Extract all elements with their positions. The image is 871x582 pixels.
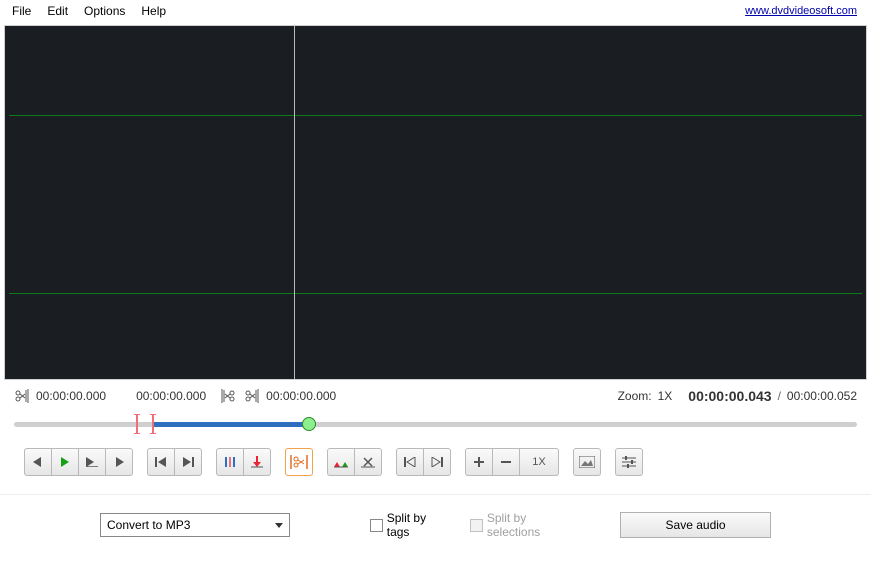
go-end-button[interactable] bbox=[423, 448, 451, 476]
scissors-open-icon bbox=[14, 389, 30, 404]
waveform-view[interactable] bbox=[4, 25, 867, 380]
download-selection-button[interactable] bbox=[243, 448, 271, 476]
marker-start[interactable] bbox=[136, 414, 138, 434]
seek-track-bg bbox=[14, 422, 857, 427]
header-link[interactable]: www.dvdvideosoft.com bbox=[745, 5, 867, 17]
selection-mid-time: 00:00:00.000 bbox=[130, 389, 212, 403]
selection-start-time: 00:00:00.000 bbox=[30, 389, 112, 403]
image-button[interactable] bbox=[573, 448, 601, 476]
step-forward-button[interactable] bbox=[105, 448, 133, 476]
time-separator: / bbox=[772, 389, 787, 403]
trim-delete-button[interactable] bbox=[354, 448, 382, 476]
format-dropdown-label: Convert to MP3 bbox=[107, 518, 190, 532]
save-audio-button[interactable]: Save audio bbox=[620, 512, 771, 538]
new-selection-button[interactable] bbox=[216, 448, 244, 476]
play-end-button[interactable] bbox=[78, 448, 106, 476]
menu-options[interactable]: Options bbox=[76, 2, 133, 20]
checkbox-box-disabled-icon bbox=[470, 519, 483, 532]
current-time: 00:00:00.043 bbox=[688, 388, 771, 404]
menu-edit[interactable]: Edit bbox=[39, 2, 76, 20]
dropdown-caret-icon bbox=[275, 518, 283, 532]
seek-track[interactable] bbox=[14, 414, 857, 434]
settings-button[interactable] bbox=[615, 448, 643, 476]
split-by-tags-checkbox[interactable]: Split by tags bbox=[370, 511, 450, 539]
seek-track-fill bbox=[154, 422, 309, 427]
menu-help[interactable]: Help bbox=[133, 2, 174, 20]
format-dropdown[interactable]: Convert to MP3 bbox=[100, 513, 290, 537]
waveform-channel-bottom bbox=[9, 293, 862, 294]
step-back-button[interactable] bbox=[24, 448, 52, 476]
playhead-line bbox=[294, 26, 295, 379]
zoom-label: Zoom: bbox=[618, 389, 652, 403]
zoom-out-button[interactable] bbox=[492, 448, 520, 476]
split-by-tags-label: Split by tags bbox=[387, 511, 450, 539]
trim-left-button[interactable] bbox=[327, 448, 355, 476]
zoom-value: 1X bbox=[652, 389, 679, 403]
split-by-selections-label: Split by selections bbox=[487, 511, 580, 539]
go-start-button[interactable] bbox=[396, 448, 424, 476]
scissors-open2-icon bbox=[244, 389, 260, 404]
zoom-level-button[interactable]: 1X bbox=[519, 448, 559, 476]
prev-cue-button[interactable] bbox=[147, 448, 175, 476]
next-cue-button[interactable] bbox=[174, 448, 202, 476]
scissors-close-icon bbox=[220, 389, 236, 404]
set-selection-button[interactable] bbox=[285, 448, 313, 476]
seek-thumb[interactable] bbox=[302, 417, 316, 431]
split-by-selections-checkbox: Split by selections bbox=[470, 511, 580, 539]
checkbox-box-icon bbox=[370, 519, 383, 532]
play-button[interactable] bbox=[51, 448, 79, 476]
menu-file[interactable]: File bbox=[4, 2, 39, 20]
waveform-channel-top bbox=[9, 115, 862, 116]
selection-end-time: 00:00:00.000 bbox=[260, 389, 342, 403]
zoom-in-button[interactable] bbox=[465, 448, 493, 476]
total-time: 00:00:00.052 bbox=[787, 389, 857, 403]
